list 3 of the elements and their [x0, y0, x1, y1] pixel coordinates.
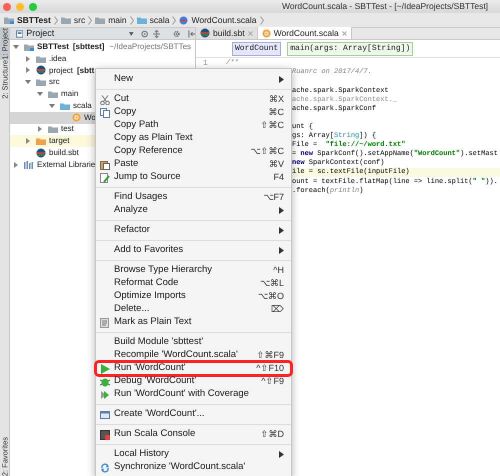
line-number: 1	[203, 58, 208, 70]
panel-title: Project	[26, 26, 54, 40]
window-title: WordCount.scala - SBTTest - [~/IdeaProjects/SBTTest]	[282, 0, 488, 13]
